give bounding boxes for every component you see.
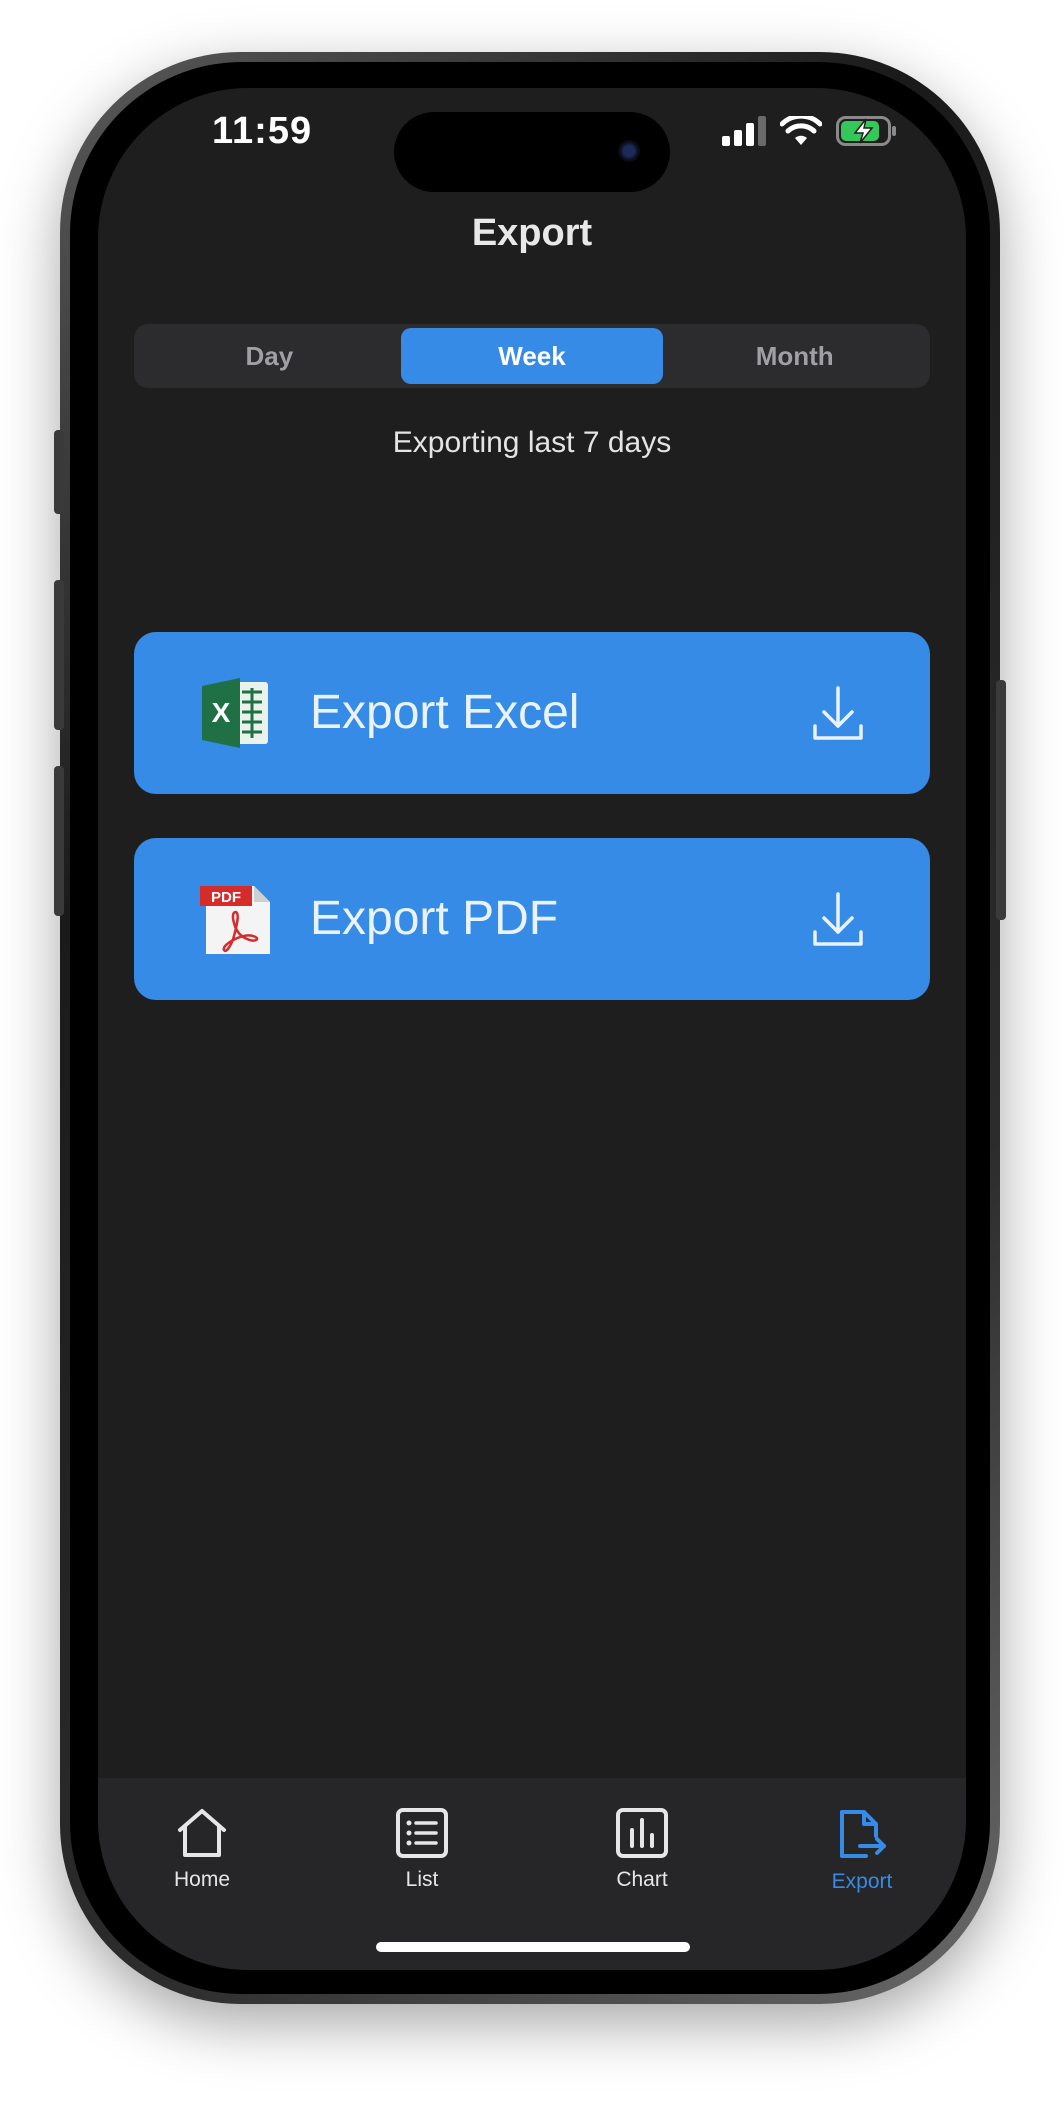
- chart-icon: [616, 1808, 668, 1858]
- battery-charging-icon: [836, 116, 896, 146]
- tab-list-label: List: [405, 1868, 439, 1891]
- tab-export[interactable]: Export: [792, 1808, 932, 1894]
- segment-week[interactable]: Week: [400, 328, 664, 384]
- page-title: Export: [471, 212, 593, 254]
- wifi-icon: [780, 116, 822, 145]
- front-camera: [618, 140, 640, 162]
- pdf-file-icon: PDF: [200, 886, 270, 954]
- segment-day[interactable]: Day: [138, 328, 401, 384]
- volume-up-button: [54, 580, 64, 730]
- range-segmented-control: Day Week Month: [134, 324, 930, 388]
- list-icon: [396, 1808, 448, 1858]
- home-indicator[interactable]: [376, 1942, 690, 1952]
- export-pdf-label: Export PDF: [310, 892, 559, 945]
- action-button: [54, 430, 64, 514]
- tab-list[interactable]: List: [352, 1808, 492, 1892]
- download-icon: [813, 892, 863, 946]
- tab-home-label: Home: [173, 1868, 231, 1891]
- tab-home[interactable]: Home: [132, 1808, 272, 1892]
- excel-file-icon: X: [202, 678, 268, 748]
- cellular-signal-icon: [722, 116, 766, 146]
- power-button: [996, 680, 1006, 920]
- app-screen: 11:59 Export Day Week Month Exporting la…: [98, 88, 966, 1970]
- export-excel-button[interactable]: X Export Excel: [134, 632, 930, 794]
- home-icon: [178, 1809, 226, 1857]
- volume-down-button: [54, 766, 64, 916]
- svg-text:X: X: [212, 697, 231, 728]
- export-range-description: Exporting last 7 days: [392, 426, 672, 459]
- export-file-icon: [840, 1810, 886, 1858]
- download-icon: [813, 686, 863, 740]
- dynamic-island: [394, 112, 670, 192]
- tab-chart-label: Chart: [616, 1868, 668, 1891]
- export-pdf-button[interactable]: PDF Export PDF: [134, 838, 930, 1000]
- segment-month[interactable]: Month: [663, 328, 926, 384]
- status-time: 11:59: [212, 110, 313, 152]
- tab-export-label: Export: [831, 1870, 893, 1893]
- tab-chart[interactable]: Chart: [572, 1808, 712, 1892]
- pdf-badge-text: PDF: [211, 889, 241, 906]
- export-excel-label: Export Excel: [310, 686, 580, 739]
- tab-bar: Home List Chart Export: [98, 1778, 966, 1970]
- status-icons: [722, 116, 898, 146]
